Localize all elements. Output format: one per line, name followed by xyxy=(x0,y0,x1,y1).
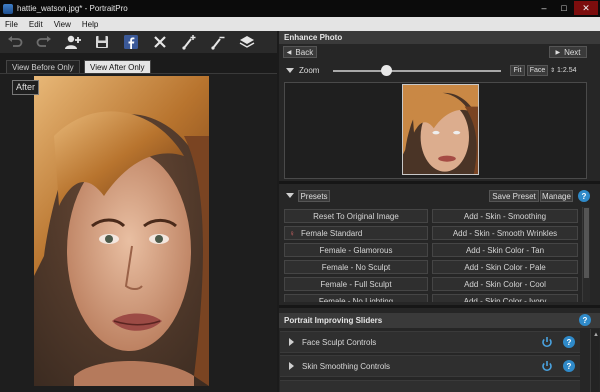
female-icon: ♀ xyxy=(289,228,295,238)
presets-label[interactable]: Presets xyxy=(298,190,330,202)
next-arrow-icon: ▶ xyxy=(555,49,561,56)
title-bar: hattie_watson.jpg* - PortraitPro – □ ✕ xyxy=(0,0,600,17)
scroll-up-icon[interactable]: ▲ xyxy=(593,332,599,338)
sliders-help-icon[interactable]: ? xyxy=(579,314,591,326)
menu-file[interactable]: File xyxy=(0,20,24,29)
preset-left-3[interactable]: Female - No Sculpt xyxy=(284,260,428,274)
next-section-partial xyxy=(280,380,580,392)
skin-smoothing-help-icon[interactable]: ? xyxy=(563,360,575,372)
sliders-header: Portrait Improving Sliders xyxy=(279,313,600,328)
spin-arrows-icon: ⇕ xyxy=(550,68,556,74)
zoom-value: 1:2.54 xyxy=(557,67,577,74)
enhance-photo-header: Enhance Photo xyxy=(279,31,600,44)
preset-left-5[interactable]: Female - No Lighting xyxy=(284,294,428,302)
presets-help-icon[interactable]: ? xyxy=(578,190,590,202)
menu-bar: File Edit View Help xyxy=(0,17,600,31)
close-icon[interactable] xyxy=(149,32,171,52)
app-icon xyxy=(3,3,13,14)
manage-presets-button[interactable]: Manage xyxy=(540,190,573,202)
portrait-photo[interactable] xyxy=(34,76,209,386)
preset-left-1[interactable]: ♀ Female Standard xyxy=(284,226,428,240)
preset-right-2[interactable]: Add - Skin Color - Tan xyxy=(432,243,578,257)
panel-divider-2 xyxy=(279,305,600,308)
presets-scrollbar-thumb[interactable] xyxy=(584,208,589,278)
section-skin-smoothing[interactable]: Skin Smoothing Controls xyxy=(280,355,580,377)
sliders-title: Portrait Improving Sliders xyxy=(284,316,383,325)
menu-edit[interactable]: Edit xyxy=(24,20,49,29)
preset-right-1[interactable]: Add - Skin - Smooth Wrinkles xyxy=(432,226,578,240)
sliders-scrollbar[interactable]: ▲ xyxy=(590,329,599,392)
tab-view-after[interactable]: View After Only xyxy=(84,60,151,73)
navigator-thumbnail[interactable] xyxy=(402,84,479,175)
facebook-icon[interactable] xyxy=(120,32,142,52)
preset-right-4[interactable]: Add - Skin Color - Cool xyxy=(432,277,578,291)
maximize-button[interactable]: □ xyxy=(554,1,574,15)
save-icon[interactable] xyxy=(91,32,113,52)
preset-left-0[interactable]: Reset To Original Image xyxy=(284,209,428,223)
minimize-button[interactable]: – xyxy=(534,1,554,15)
enhance-photo-title: Enhance Photo xyxy=(284,33,343,42)
preset-left-4[interactable]: Female - Full Sculpt xyxy=(284,277,428,291)
section-face-sculpt-label: Face Sculpt Controls xyxy=(302,337,377,347)
power-icon[interactable] xyxy=(541,336,553,350)
back-button[interactable]: ◀ Back xyxy=(283,46,317,58)
brush-add-icon[interactable] xyxy=(178,32,200,52)
fit-button[interactable]: Fit xyxy=(510,65,525,76)
zoom-slider[interactable] xyxy=(333,65,501,76)
preset-right-0[interactable]: Add - Skin - Smoothing xyxy=(432,209,578,223)
presets-scrollbar[interactable] xyxy=(582,207,590,302)
presets-collapse-icon[interactable] xyxy=(286,193,294,198)
redo-icon[interactable] xyxy=(33,32,55,52)
window-title: hattie_watson.jpg* - PortraitPro xyxy=(17,4,128,13)
preset-right-5[interactable]: Add - Skin Color - Ivory xyxy=(432,294,578,302)
preset-right-3[interactable]: Add - Skin Color - Pale xyxy=(432,260,578,274)
close-window-button[interactable]: ✕ xyxy=(574,1,598,15)
presets-list[interactable]: Reset To Original Image ♀ Female Standar… xyxy=(282,207,580,302)
menu-view[interactable]: View xyxy=(49,20,77,29)
face-sculpt-help-icon[interactable]: ? xyxy=(563,336,575,348)
undo-icon[interactable] xyxy=(4,32,26,52)
power-icon[interactable] xyxy=(541,360,553,374)
expand-arrow-icon xyxy=(289,362,294,370)
zoom-label: Zoom xyxy=(299,66,320,75)
brush-remove-icon[interactable] xyxy=(207,32,229,52)
toolbar xyxy=(0,31,277,53)
section-face-sculpt[interactable]: Face Sculpt Controls xyxy=(280,331,580,353)
zoom-collapse-icon[interactable] xyxy=(286,68,294,73)
section-skin-smoothing-label: Skin Smoothing Controls xyxy=(302,361,391,371)
menu-help[interactable]: Help xyxy=(77,20,104,29)
tab-view-before[interactable]: View Before Only xyxy=(6,60,80,73)
next-button[interactable]: ▶ Next xyxy=(549,46,587,58)
save-preset-button[interactable]: Save Preset xyxy=(489,190,539,202)
add-person-icon[interactable] xyxy=(62,32,84,52)
zoom-value-box[interactable]: ⇕ 1:2.54 xyxy=(550,65,586,76)
face-button[interactable]: Face xyxy=(527,65,548,76)
view-tabs: View Before Only View After Only xyxy=(0,58,277,73)
panel-divider xyxy=(279,181,600,184)
layers-icon[interactable] xyxy=(236,32,258,52)
after-label: After xyxy=(12,80,40,95)
expand-arrow-icon xyxy=(289,338,294,346)
back-arrow-icon: ◀ xyxy=(286,49,292,56)
preset-left-2[interactable]: Female - Glamorous xyxy=(284,243,428,257)
